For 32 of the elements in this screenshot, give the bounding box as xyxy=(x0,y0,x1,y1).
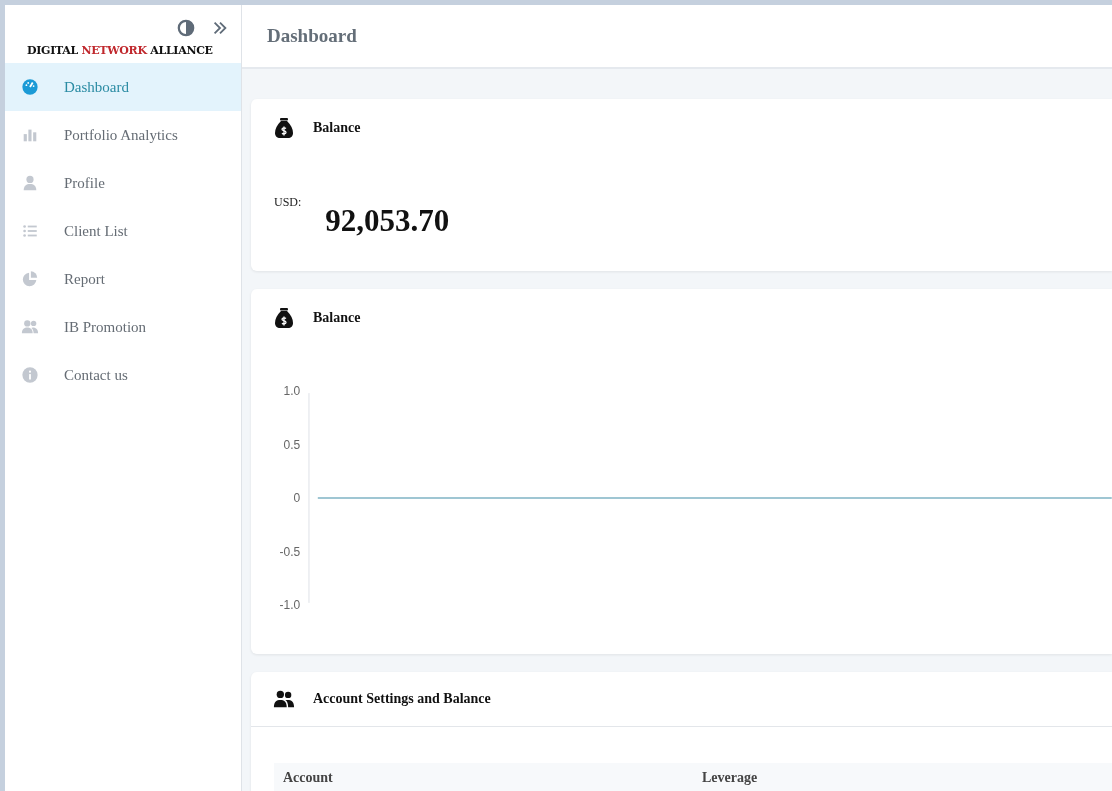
info-icon xyxy=(21,366,39,384)
sidebar-item[interactable]: Portfolio Analytics xyxy=(5,111,241,159)
sidebar-item[interactable]: Contact us xyxy=(5,351,241,399)
sidebar-item[interactable]: Profile xyxy=(5,159,241,207)
axis-tick-label: -0.5 xyxy=(279,544,301,559)
sidebar-item[interactable]: Report xyxy=(5,255,241,303)
column-header: Account xyxy=(282,770,334,786)
page-title: Dashboard xyxy=(267,25,357,47)
sidebar-item[interactable]: IB Promotion xyxy=(5,303,241,351)
card-title: Balance xyxy=(313,120,361,136)
column-header: Leverage xyxy=(701,770,759,786)
money-bag-icon xyxy=(273,117,295,139)
list-icon xyxy=(21,222,39,240)
people-icon xyxy=(21,318,39,336)
contrast-icon[interactable] xyxy=(177,19,195,37)
expand-icon[interactable] xyxy=(211,19,229,37)
axis-tick-label: -1.0 xyxy=(279,598,301,612)
pie-chart-icon xyxy=(21,270,39,288)
sidebar-item[interactable]: Client List xyxy=(5,207,241,255)
person-icon xyxy=(21,174,39,192)
people-icon xyxy=(273,688,295,710)
sidebar-item[interactable]: Dashboard xyxy=(5,63,241,111)
logo: DIGITAL NETWORK ALLIANCE xyxy=(26,43,213,59)
dashboard-icon xyxy=(21,78,39,96)
card-title: Balance xyxy=(313,310,361,326)
money-bag-icon xyxy=(273,307,295,329)
balance-amount: 92,053.70 xyxy=(325,203,450,239)
currency-label: USD: xyxy=(274,195,302,210)
axis-tick-label: 0 xyxy=(293,491,301,505)
card-title: Account Settings and Balance xyxy=(313,691,491,707)
axis-tick-label: 1.0 xyxy=(283,384,301,398)
axis-tick-label: 0.5 xyxy=(283,437,301,452)
